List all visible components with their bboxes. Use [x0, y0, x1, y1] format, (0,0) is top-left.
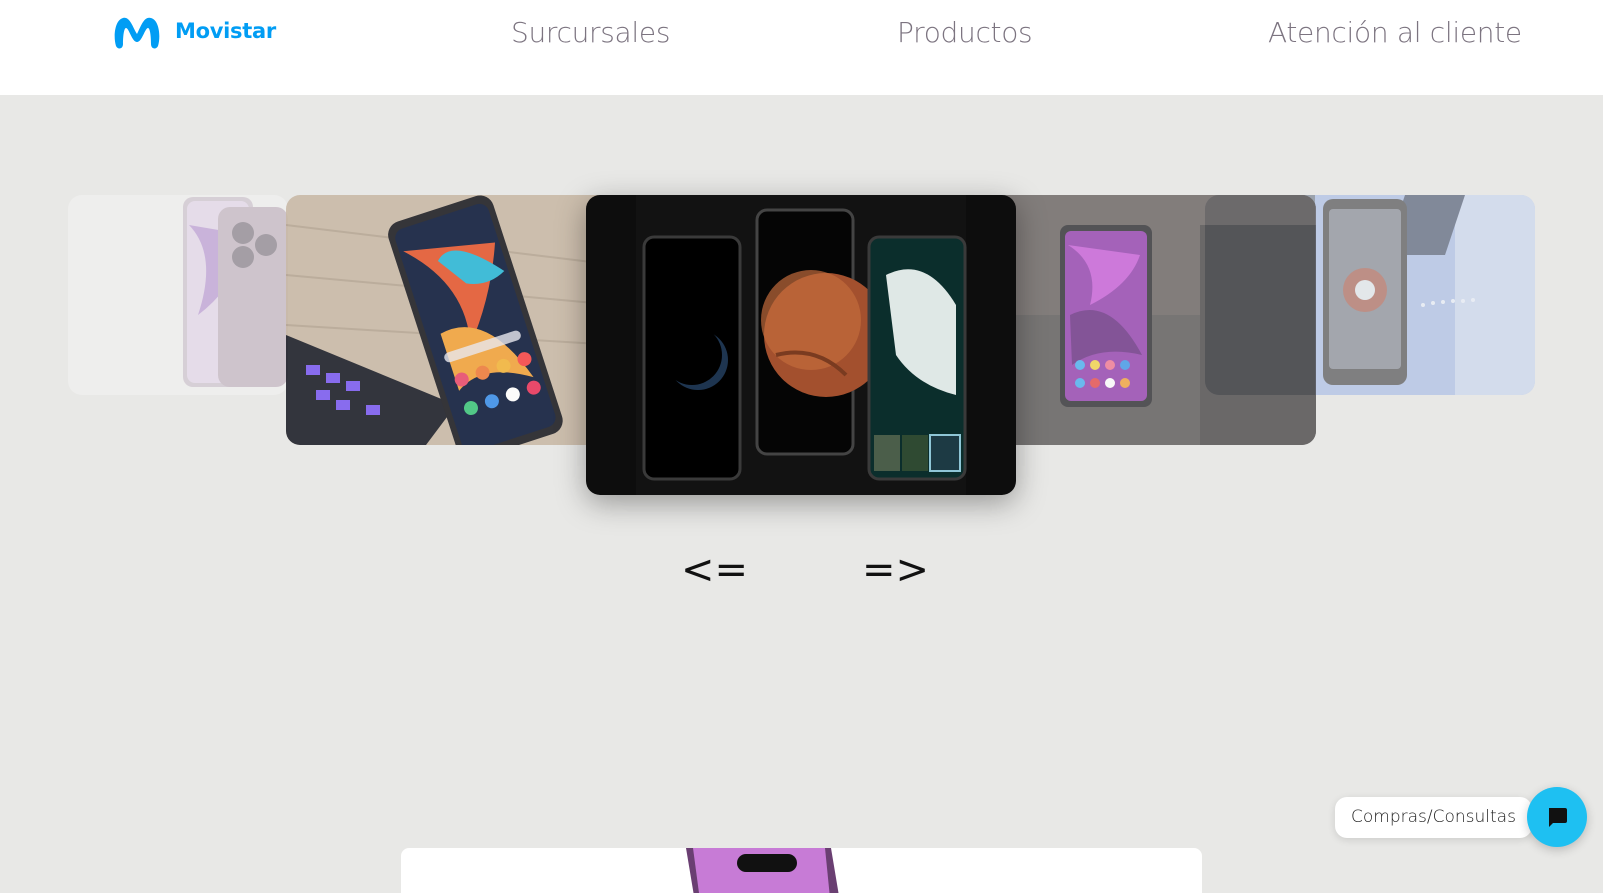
slide-iphone-purple[interactable] — [68, 195, 288, 395]
nav-atencion-cliente[interactable]: Atención al cliente — [1268, 16, 1522, 49]
phone-carousel — [0, 150, 1603, 530]
movistar-m-icon — [114, 17, 160, 49]
carousel-prev-button[interactable]: <= — [681, 545, 748, 595]
carousel-next-button[interactable]: => — [862, 545, 929, 595]
chat-bubble-icon — [1549, 808, 1567, 827]
product-phone-image — [686, 848, 839, 893]
chat-label[interactable]: Compras/Consultas — [1335, 797, 1532, 838]
site-header: Movistar Surcursales Productos Atención … — [0, 0, 1603, 95]
slide-samsung-keyboard[interactable] — [286, 195, 616, 445]
slide-xiaomi-mars[interactable] — [586, 195, 1016, 495]
samsung-flip-image — [980, 195, 1316, 445]
xiaomi-mars-image — [586, 195, 1016, 495]
samsung-keyboard-image — [286, 195, 616, 445]
product-card[interactable] — [401, 848, 1202, 893]
nav-productos[interactable]: Productos — [897, 16, 1033, 49]
chat-button[interactable] — [1527, 787, 1587, 847]
brand-logo[interactable]: Movistar — [111, 12, 276, 50]
slide-samsung-flip[interactable] — [980, 195, 1316, 445]
nav-surcursales[interactable]: Surcursales — [511, 16, 670, 49]
iphone-image — [68, 195, 288, 395]
brand-name: Movistar — [175, 19, 276, 43]
